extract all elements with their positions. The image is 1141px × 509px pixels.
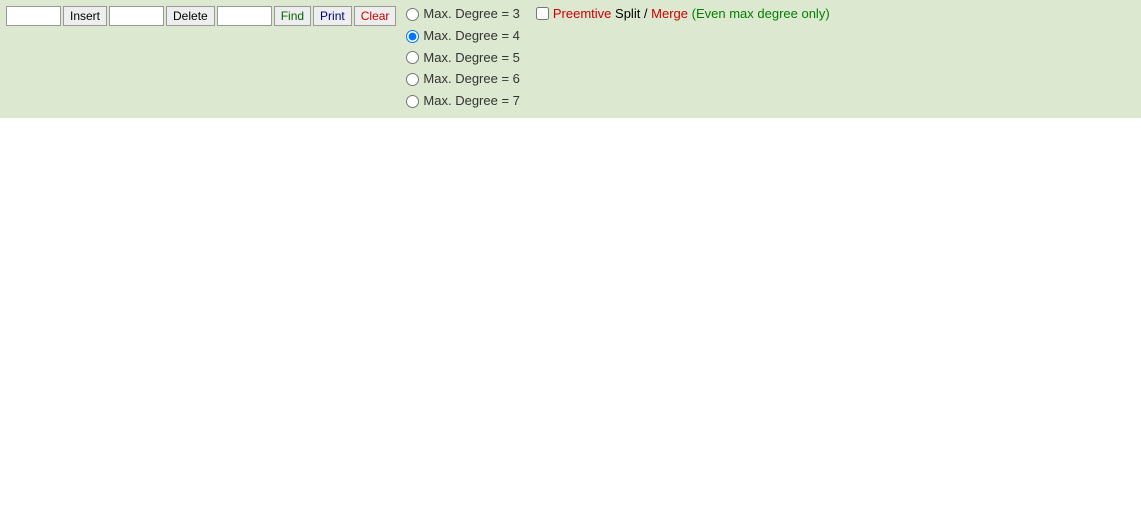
insert-input[interactable] <box>6 6 61 26</box>
preemptive-section: Preemtive Split / Merge (Even max degree… <box>536 4 830 112</box>
content-area <box>0 118 1141 509</box>
radio-item-3: Max. Degree = 3 <box>406 4 519 25</box>
preemptive-text-split: Split / <box>611 6 651 21</box>
preemptive-label: Preemtive Split / Merge (Even max degree… <box>553 6 830 21</box>
preemptive-text-merge: Merge <box>651 6 688 21</box>
delete-button[interactable]: Delete <box>166 6 215 26</box>
radio-item-4: Max. Degree = 4 <box>406 26 519 47</box>
radio-label-7: Max. Degree = 7 <box>423 91 519 112</box>
print-button[interactable]: Print <box>313 6 352 26</box>
radio-label-3: Max. Degree = 3 <box>423 4 519 25</box>
radio-degree-3[interactable] <box>406 8 419 21</box>
find-input[interactable] <box>217 6 272 26</box>
toolbar: Insert Delete Find Print Clear Max. Degr… <box>0 0 1141 118</box>
radio-group: Max. Degree = 3 Max. Degree = 4 Max. Deg… <box>406 4 519 112</box>
preemptive-text-even: (Even max degree only) <box>688 6 830 21</box>
delete-input[interactable] <box>109 6 164 26</box>
radio-degree-7[interactable] <box>406 95 419 108</box>
radio-degree-4[interactable] <box>406 30 419 43</box>
radio-label-4: Max. Degree = 4 <box>423 26 519 47</box>
radio-item-7: Max. Degree = 7 <box>406 91 519 112</box>
radio-label-5: Max. Degree = 5 <box>423 48 519 69</box>
radio-degree-6[interactable] <box>406 73 419 86</box>
preemptive-checkbox[interactable] <box>536 7 549 20</box>
radio-item-6: Max. Degree = 6 <box>406 69 519 90</box>
preemptive-text-preemtive: Preemtive <box>553 6 612 21</box>
preemptive-checkbox-item: Preemtive Split / Merge (Even max degree… <box>536 6 830 21</box>
toolbar-left: Insert Delete Find Print Clear <box>6 4 396 26</box>
clear-button[interactable]: Clear <box>354 6 397 26</box>
find-button[interactable]: Find <box>274 6 311 26</box>
insert-button[interactable]: Insert <box>63 6 107 26</box>
toolbar-right: Max. Degree = 3 Max. Degree = 4 Max. Deg… <box>406 4 829 112</box>
radio-degree-5[interactable] <box>406 51 419 64</box>
radio-label-6: Max. Degree = 6 <box>423 69 519 90</box>
radio-item-5: Max. Degree = 5 <box>406 48 519 69</box>
